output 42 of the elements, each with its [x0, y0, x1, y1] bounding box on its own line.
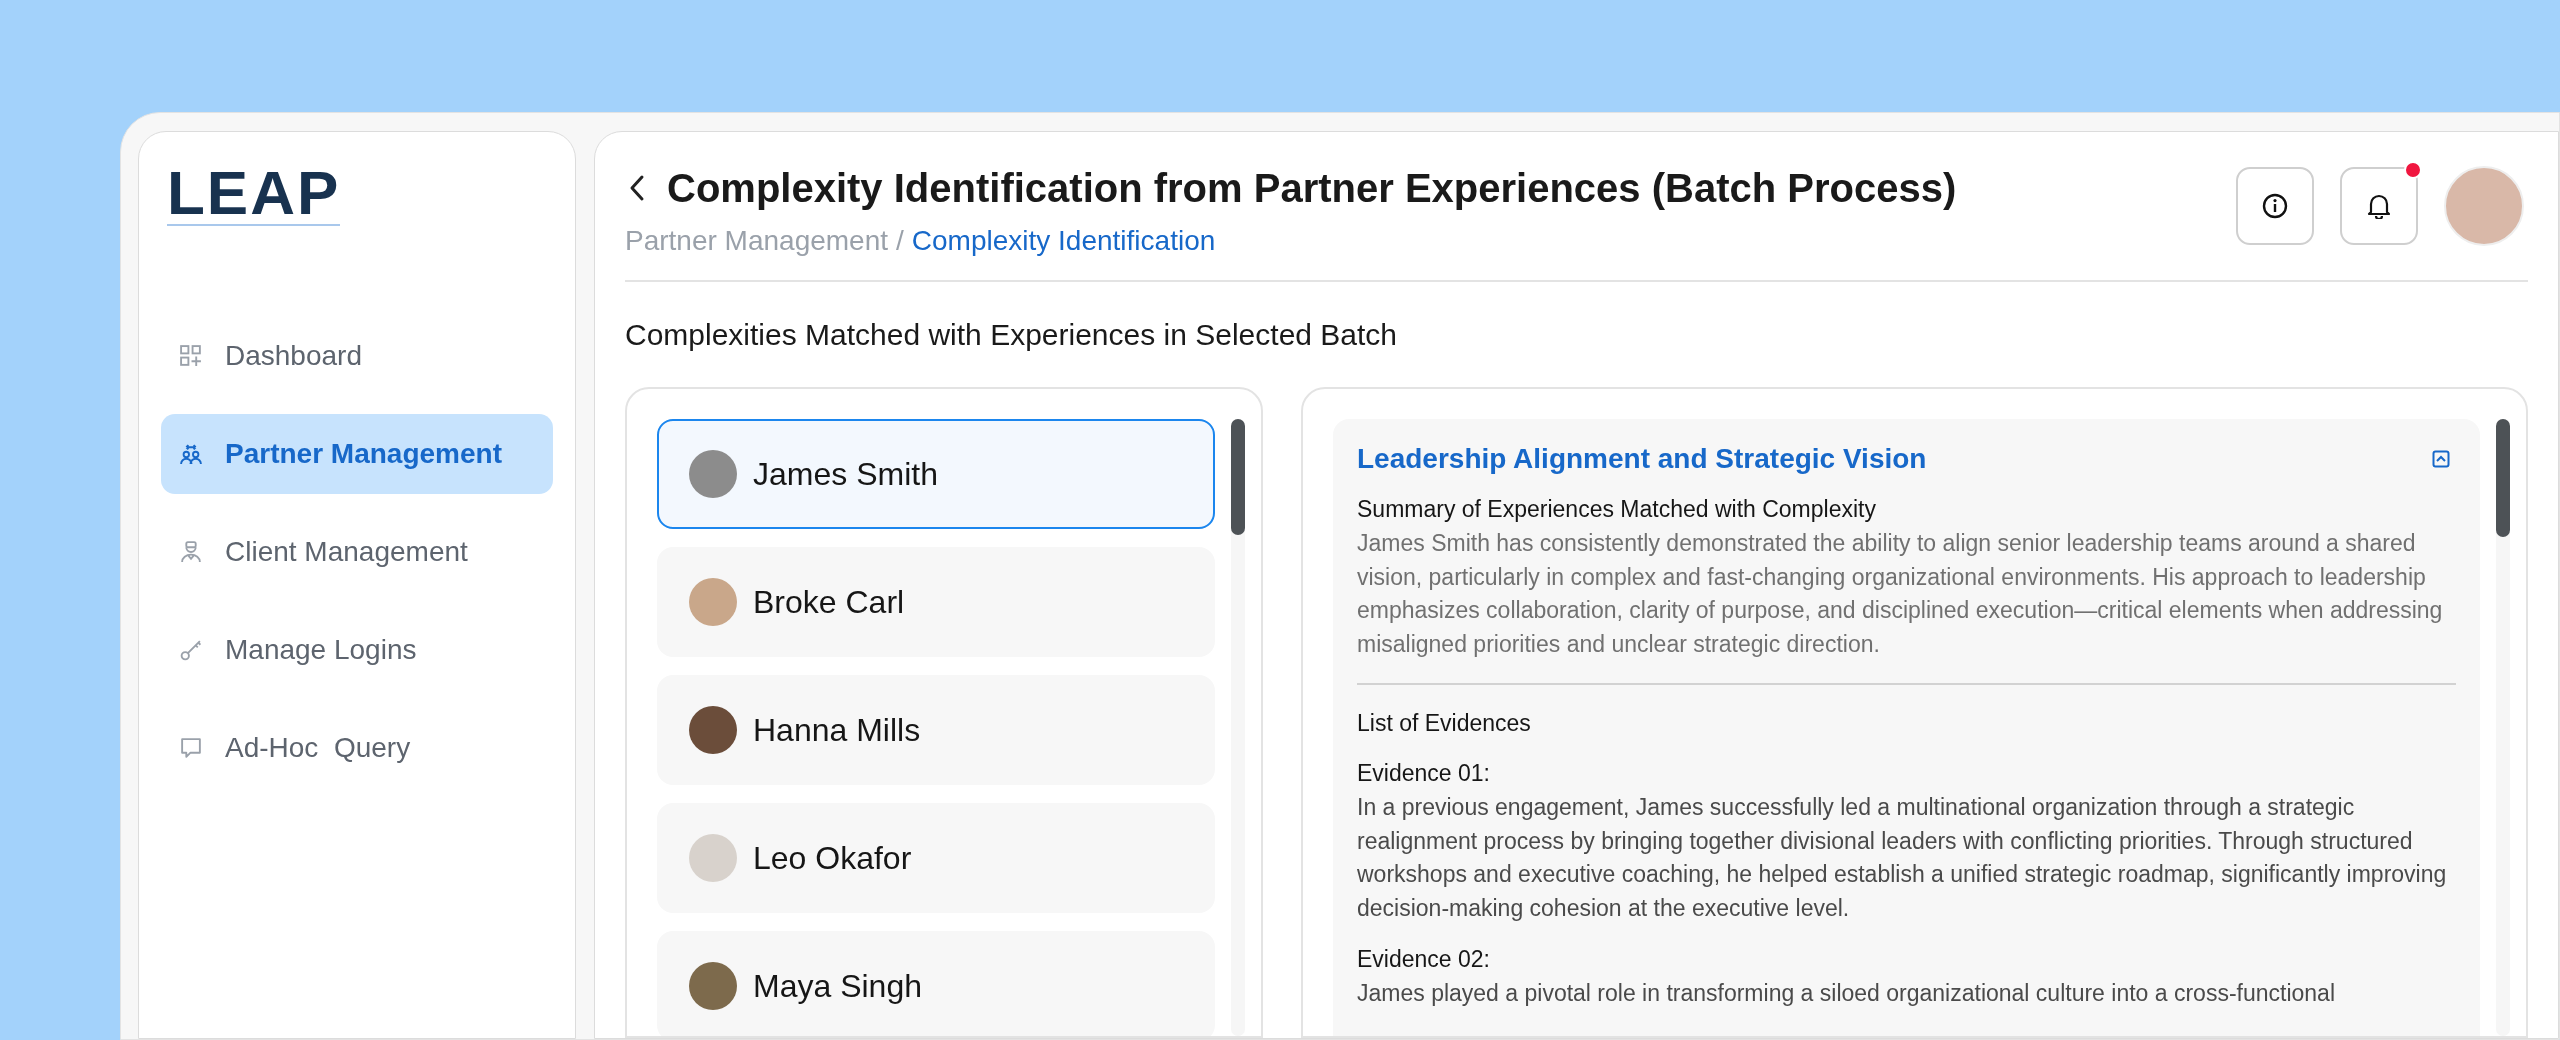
info-icon	[2262, 193, 2288, 219]
summary-heading: Summary of Experiences Matched with Complexity	[1357, 495, 1877, 524]
bell-icon	[2367, 193, 2391, 219]
sidebar-item[interactable]: Partner Management	[161, 414, 553, 494]
sidebar-item[interactable]: Manage Logins	[161, 610, 553, 690]
logo: LEAP	[167, 162, 341, 226]
evidence-paragraph: In a previous engagement, James successfully led a multinational organization through a strategic realignment process by bringing together divisional leaders with conflicting priorities. Through structured workshops and executive coaching, he helped establish a unified strategic roadmap, significantly improving decision-making cohesion at the executive level.	[1357, 793, 2448, 923]
key-icon	[179, 638, 203, 662]
person-icon	[179, 540, 203, 564]
breadcrumb-separator: /	[896, 224, 904, 258]
complexity-title: Leadership Alignment and Strategic Vision	[1357, 442, 1927, 476]
breadcrumb-link[interactable]: Complexity Identification	[911, 220, 1216, 262]
evidence-paragraph: James played a pivotal role in transforming a siloed organizational culture into a cross-functional	[1357, 979, 2337, 1008]
evidence-heading: List of Evidences	[1357, 709, 1532, 738]
avatar	[689, 962, 737, 1010]
sidebar-item[interactable]: Ad-Hoc Query	[161, 708, 553, 788]
partner-item[interactable]: Maya Singh	[657, 931, 1215, 1036]
info-button[interactable]	[2236, 167, 2314, 245]
scrollbar-thumb[interactable]	[1231, 419, 1245, 535]
notifications-button[interactable]	[2340, 167, 2418, 245]
evidence-label: Evidence 01:	[1357, 759, 1491, 788]
chevron-up-icon	[2432, 450, 2450, 468]
summary-paragraph: James Smith has consistently demonstrated the ability to align senior leadership teams around a shared vision, particularly in complex and fast-changing organizational environments. His approach to leadership emphasizes collaboration, clarity of purpose, and disciplined execution—critical elements when addressing misaligned priorities and unclear strategic direction.	[1357, 529, 2444, 659]
collapse-button[interactable]	[2432, 450, 2450, 468]
partner-item[interactable]: Broke Carl	[657, 547, 1215, 657]
avatar	[689, 578, 737, 626]
avatar	[689, 706, 737, 754]
avatar	[689, 834, 737, 882]
chat-bubble-icon	[179, 736, 203, 760]
evidence-label: Evidence 02:	[1357, 945, 1491, 974]
partner-item[interactable]: Leo Okafor	[657, 803, 1215, 913]
grid-icon	[179, 344, 203, 368]
people-icon	[179, 442, 203, 466]
partner-item[interactable]: Hanna Mills	[657, 675, 1215, 785]
partner-item[interactable]: James Smith	[657, 419, 1215, 529]
back-chevron-icon	[629, 174, 645, 202]
avatar	[689, 450, 737, 498]
scrollbar-thumb[interactable]	[2496, 419, 2510, 537]
sidebar-item[interactable]: Dashboard	[161, 316, 553, 396]
sidebar-item[interactable]: Client Management	[161, 512, 553, 592]
section-heading: Complexities Matched with Experiences in Selected Batch	[625, 317, 1399, 353]
page-title: Complexity Identification from Partner Experiences (Batch Process)	[667, 165, 1957, 212]
